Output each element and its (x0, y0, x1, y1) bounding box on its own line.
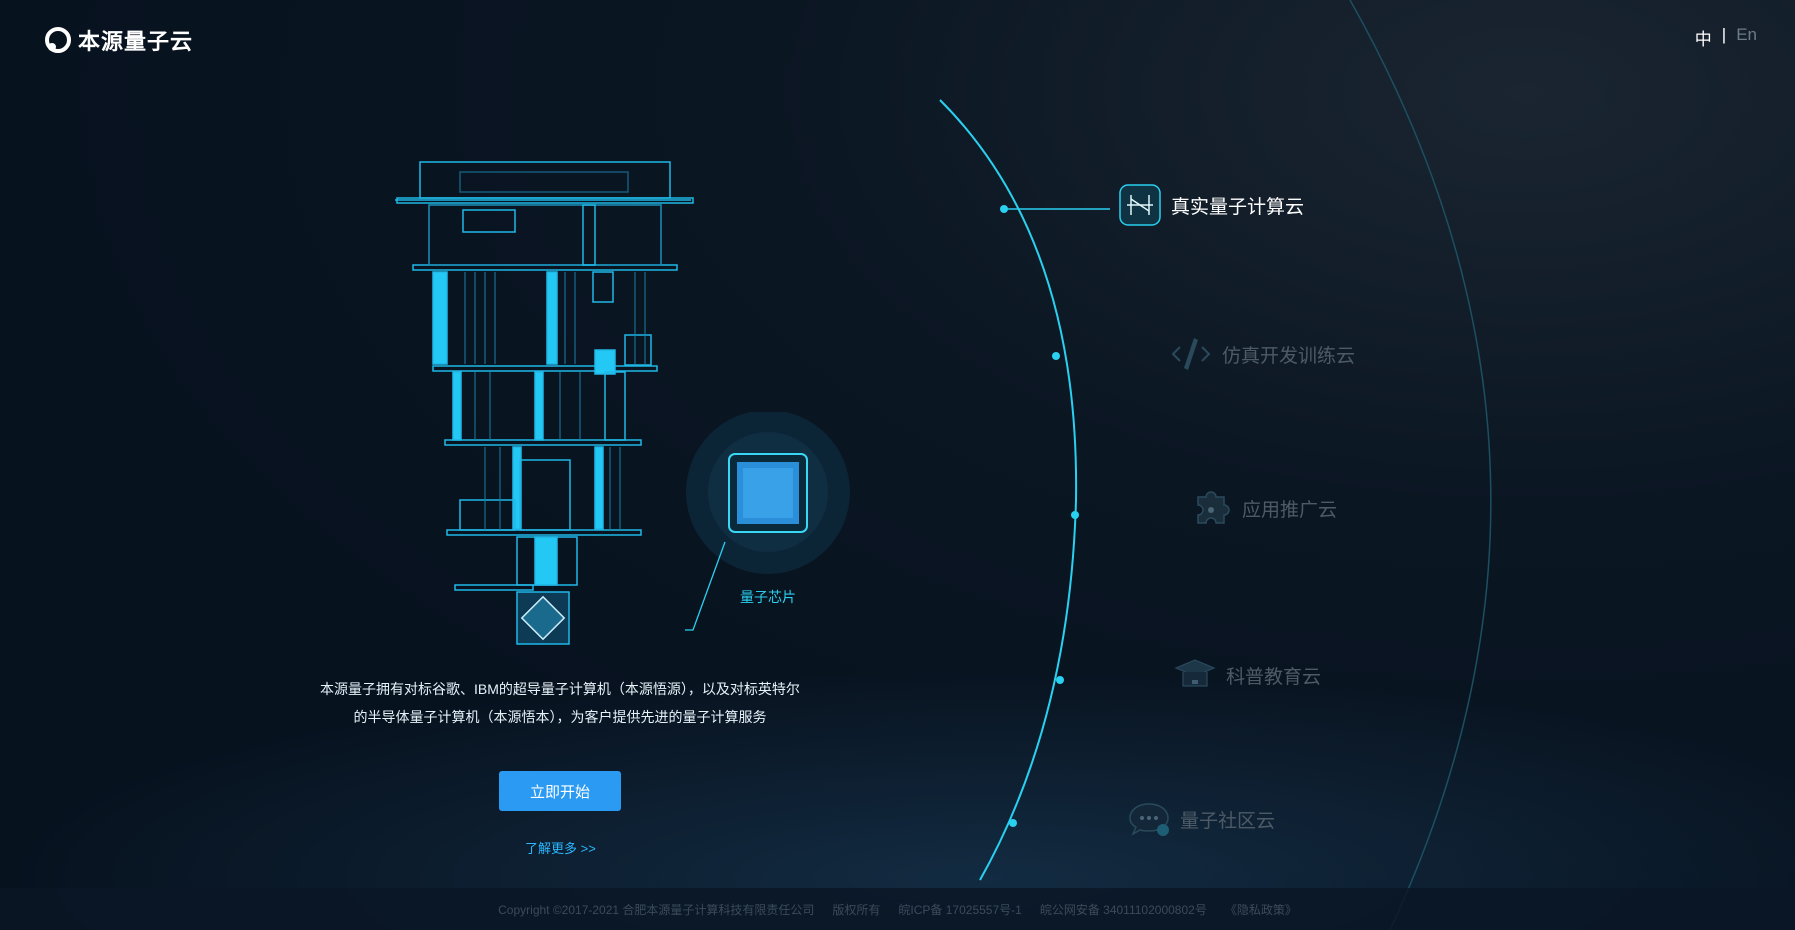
navigation-arc (939, 0, 1492, 930)
nav-item-simulation[interactable]: 仿真开发训练云 (1170, 333, 1355, 375)
footer-icp[interactable]: 皖ICP备 17025557号-1 (898, 901, 1021, 918)
nav-item-application[interactable]: 应用推广云 (1190, 487, 1337, 529)
arc-nodes (1000, 205, 1079, 827)
nav-label-education: 科普教育云 (1226, 666, 1322, 688)
footer-privacy[interactable]: 《隐私政策》 (1225, 901, 1297, 918)
footer-police[interactable]: 皖公网安备 34011102000802号 (1040, 901, 1207, 918)
nav-item-education[interactable]: 科普教育云 (1174, 654, 1321, 696)
footer: Copyright ©2017-2021 合肥本源量子计算科技有限责任公司 版权… (0, 888, 1795, 930)
chat-bubble-icon (1129, 803, 1169, 836)
graduation-cap-icon (1174, 659, 1216, 687)
footer-copyright: Copyright ©2017-2021 合肥本源量子计算科技有限责任公司 (498, 902, 815, 917)
nav-label-community: 量子社区云 (1180, 810, 1276, 832)
nav-label-simulation: 仿真开发训练云 (1222, 345, 1356, 367)
footer-rights: 版权所有 (832, 902, 881, 917)
circuit-icon (1119, 184, 1161, 226)
puzzle-icon (1197, 491, 1230, 524)
code-icon (1171, 338, 1211, 370)
nav-label-application: 应用推广云 (1242, 499, 1338, 521)
nav-item-real-quantum[interactable]: 真实量子计算云 (1119, 184, 1304, 226)
nav-label-real-quantum: 真实量子计算云 (1171, 196, 1305, 218)
nav-item-community[interactable]: 量子社区云 (1128, 798, 1275, 840)
